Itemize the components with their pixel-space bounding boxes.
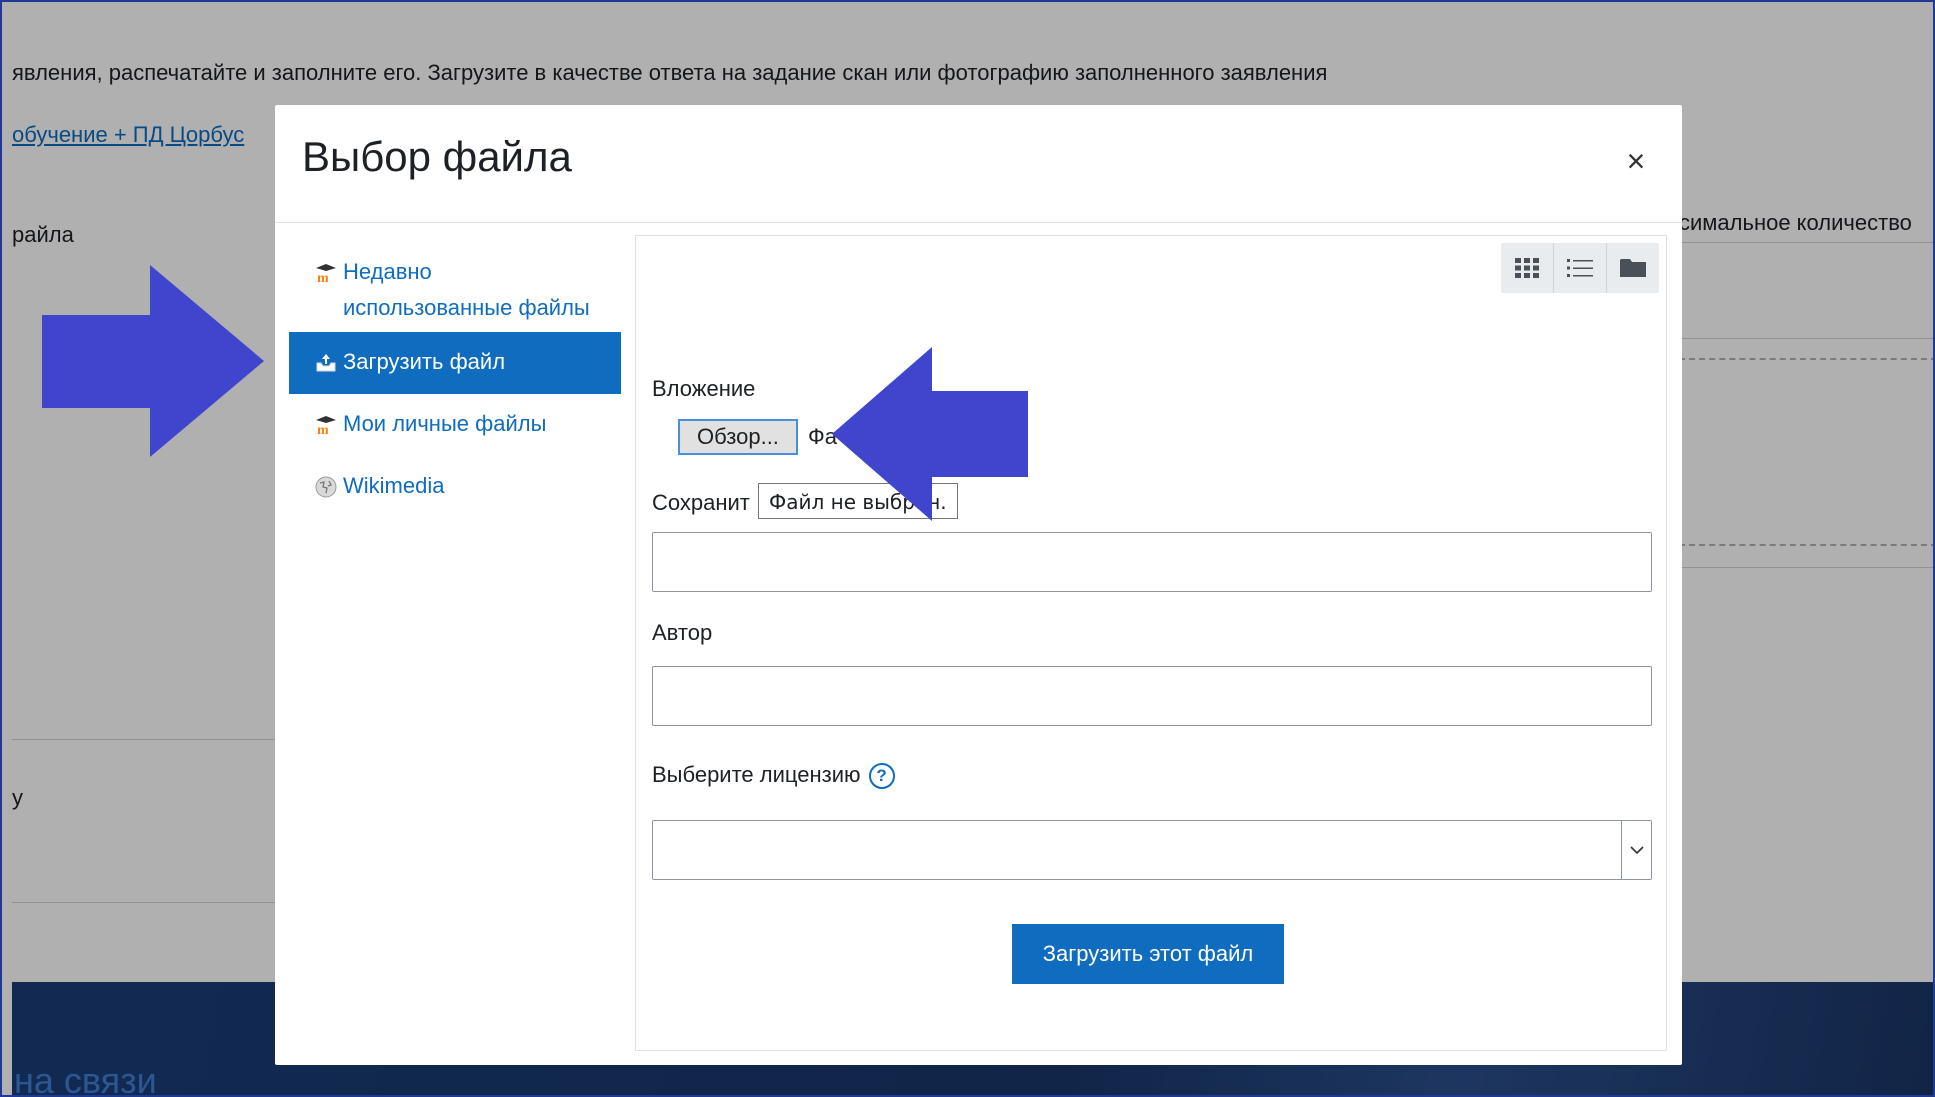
svg-text:m: m	[317, 271, 329, 282]
nav-item-label: Загрузить файл	[343, 349, 506, 374]
license-select[interactable]	[652, 820, 1652, 880]
wikimedia-icon	[315, 476, 337, 498]
upload-icon	[315, 352, 337, 374]
nav-item-label: Wikimedia	[343, 473, 445, 498]
close-button[interactable]: ×	[1620, 143, 1652, 179]
nav-item-label: Мои личные файлы	[343, 411, 547, 436]
moodle-icon: m	[315, 262, 337, 284]
left-arrow-annotation	[832, 347, 1028, 521]
nav-item-recent-files[interactable]: m Недавно использованные файлы	[289, 240, 621, 332]
author-label: Автор	[652, 620, 713, 645]
nav-item-upload-file[interactable]: Загрузить файл	[289, 332, 621, 394]
repository-nav: m Недавно использованные файлы Загрузить…	[289, 240, 621, 518]
moodle-icon: m	[315, 414, 337, 436]
svg-text:m: m	[317, 423, 329, 434]
nav-item-wikimedia[interactable]: Wikimedia	[289, 456, 621, 518]
dialog-header: Выбор файла ×	[275, 105, 1682, 223]
nav-item-label: Недавно использованные файлы	[343, 259, 590, 320]
nav-item-private-files[interactable]: m Мои личные файлы	[289, 394, 621, 456]
upload-file-button[interactable]: Загрузить этот файл	[1012, 924, 1284, 984]
author-input[interactable]	[652, 666, 1652, 726]
file-picker-dialog: Выбор файла × m Недавно использованные ф…	[275, 105, 1682, 1065]
list-view-icon[interactable]	[1554, 243, 1607, 293]
dialog-title: Выбор файла	[302, 133, 572, 180]
grid-view-icon[interactable]	[1501, 243, 1554, 293]
folder-view-icon[interactable]	[1607, 243, 1659, 293]
license-label-row: Выберите лицензию?	[652, 762, 895, 790]
upload-panel: Вложение Обзор... Фа Сохранит Файл не вы…	[635, 235, 1667, 1051]
save-as-label: Сохранит	[652, 490, 750, 515]
browse-button[interactable]: Обзор...	[678, 419, 798, 455]
chevron-down-icon	[1621, 821, 1651, 879]
license-label: Выберите лицензию	[652, 762, 861, 787]
right-arrow-annotation	[42, 265, 264, 457]
help-icon[interactable]: ?	[868, 763, 895, 790]
attachment-label: Вложение	[652, 376, 756, 401]
view-toggle	[1501, 243, 1659, 293]
screenshot-frame: явления, распечатайте и заполните его. З…	[0, 0, 1935, 1097]
save-as-input[interactable]	[652, 532, 1652, 592]
